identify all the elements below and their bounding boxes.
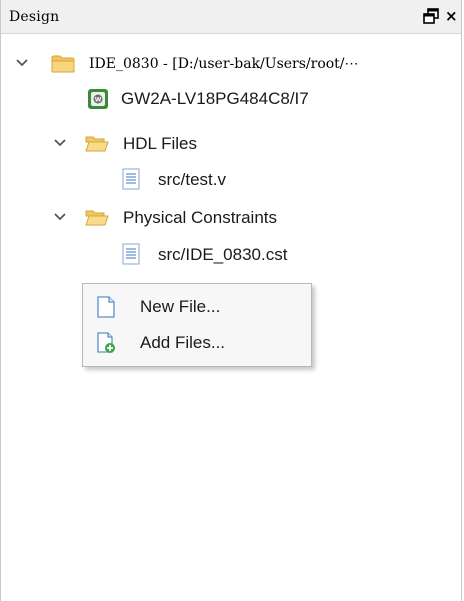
add-file-icon <box>96 332 116 354</box>
tree-item-cst-file[interactable]: src/IDE_0830.cst <box>1 238 461 270</box>
float-window-icon[interactable] <box>423 8 439 24</box>
tree-item-device[interactable]: W GW2A-LV18PG484C8/I7 <box>1 82 461 114</box>
folder-open-icon <box>85 208 109 228</box>
chip-icon: W <box>87 88 109 110</box>
project-folder-icon <box>51 54 75 74</box>
svg-text:W: W <box>95 97 102 104</box>
hdl-folder-label: HDL Files <box>123 134 197 153</box>
file-text-icon <box>121 168 141 190</box>
device-label: GW2A-LV18PG484C8/I7 <box>121 89 309 108</box>
menu-item-new-file[interactable]: New File... <box>83 288 311 324</box>
new-file-icon <box>96 296 116 318</box>
constraints-folder-label: Physical Constraints <box>123 208 278 227</box>
hdl-file-label: src/test.v <box>158 170 227 189</box>
chevron-down-icon[interactable] <box>15 56 29 70</box>
menu-item-add-files[interactable]: Add Files... <box>83 324 311 360</box>
menu-item-label: Add Files... <box>140 333 226 352</box>
chevron-down-icon[interactable] <box>53 136 67 150</box>
project-label: IDE_0830 - [D:/user-bak/Users/root/⋯ <box>89 56 359 72</box>
folder-open-icon <box>85 134 109 154</box>
tree-item-project[interactable]: IDE_0830 - [D:/user-bak/Users/root/⋯ <box>1 48 461 80</box>
design-panel: Design × IDE_0830 - [D:/user-bak/Users/r… <box>0 0 462 601</box>
tree-item-physical-constraints[interactable]: Physical Constraints <box>1 201 461 233</box>
panel-title: Design <box>9 9 60 25</box>
constraints-file-label: src/IDE_0830.cst <box>158 245 288 264</box>
menu-item-label: New File... <box>140 297 221 316</box>
context-menu: New File... Add Files... <box>82 283 312 367</box>
file-text-icon <box>121 243 141 265</box>
panel-title-bar: Design × <box>1 0 461 34</box>
tree-item-test-v[interactable]: src/test.v <box>1 163 461 195</box>
tree-item-hdl-files[interactable]: HDL Files <box>1 127 461 159</box>
chevron-down-icon[interactable] <box>53 210 67 224</box>
close-icon[interactable]: × <box>445 8 459 24</box>
